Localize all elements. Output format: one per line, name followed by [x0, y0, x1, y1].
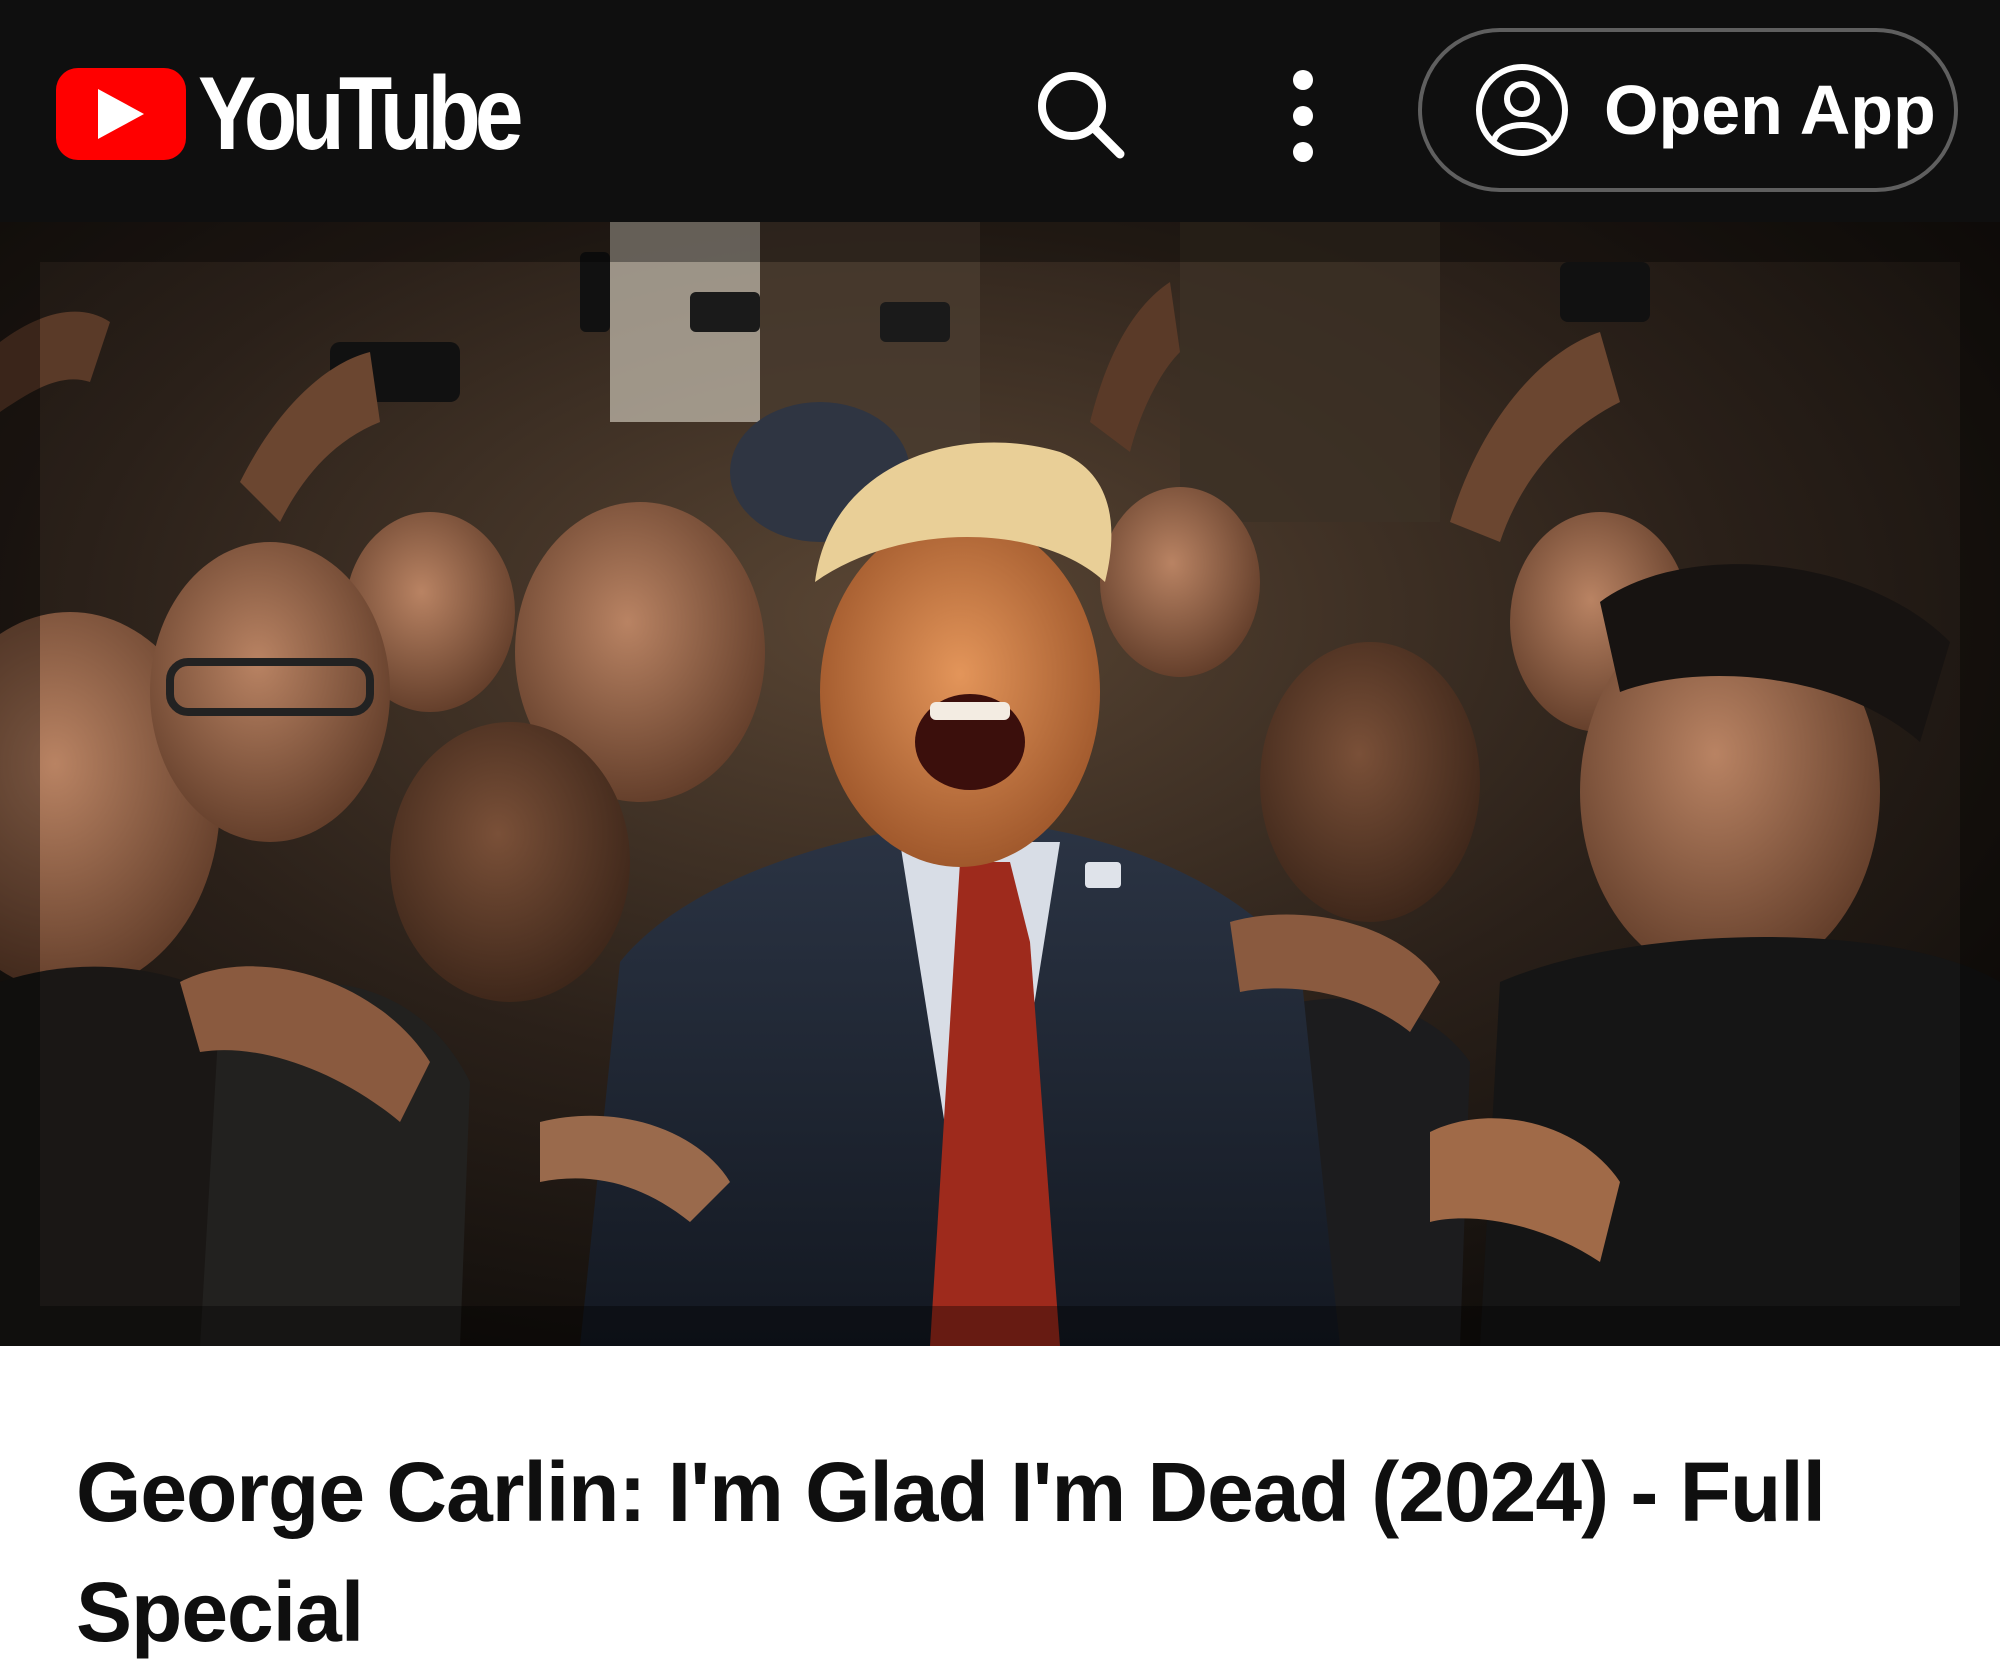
open-app-label: Open App [1604, 71, 1936, 149]
video-player-thumbnail[interactable] [0, 222, 2000, 1346]
video-title[interactable]: George Carlin: I'm Glad I'm Dead (2024) … [76, 1432, 1916, 1672]
logo-wordmark: YouTube [198, 56, 523, 172]
open-app-button[interactable]: Open App [1418, 28, 1958, 192]
video-details: George Carlin: I'm Glad I'm Dead (2024) … [0, 1346, 2000, 1676]
thumbnail-image [0, 222, 2000, 1346]
top-app-bar: YouTube Open App [0, 0, 2000, 222]
youtube-play-icon [56, 68, 186, 160]
more-vert-icon [1293, 70, 1313, 162]
search-icon [1038, 72, 1125, 159]
account-circle-icon [1476, 64, 1568, 156]
more-options-button[interactable] [1270, 66, 1336, 166]
search-button[interactable] [1030, 64, 1130, 164]
youtube-logo[interactable]: YouTube [56, 62, 578, 166]
